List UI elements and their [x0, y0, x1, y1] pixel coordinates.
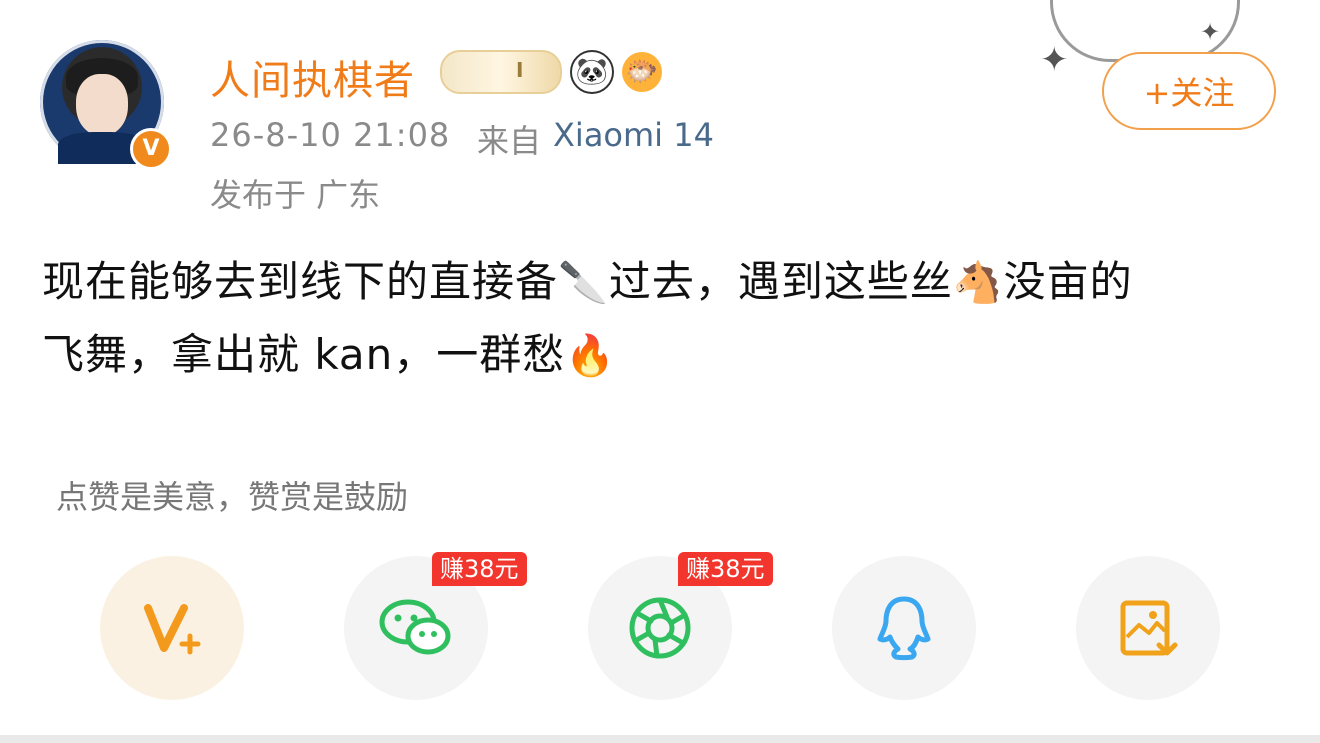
qq-icon — [877, 596, 931, 661]
wechat-icon — [379, 599, 451, 655]
save-image-icon — [1120, 600, 1178, 656]
knife-emoji-icon: 🔪 — [558, 260, 609, 306]
vip-plus-icon — [144, 604, 201, 655]
post-text: 现在能够去到线下的直接备🔪过去，遇到这些丝🐴没亩的 飞舞，拿出就 kan，一群愁… — [42, 246, 1282, 392]
follow-button[interactable]: +关注 — [1102, 52, 1276, 130]
post-text-segment: 没亩的 — [1003, 257, 1133, 306]
sparkle-icon: ✦ — [1040, 40, 1069, 80]
level-wing-badge-icon[interactable]: I — [440, 50, 562, 94]
verified-badge-icon: V — [130, 128, 172, 170]
qq-share-button[interactable] — [832, 556, 976, 700]
fish-badge-icon[interactable]: 🐡 — [622, 52, 662, 92]
post-device-link[interactable]: Xiaomi 14 — [553, 116, 714, 154]
save-image-button[interactable] — [1076, 556, 1220, 700]
user-badges: I 🐼 🐡 — [440, 50, 662, 94]
share-row: 赚38元 赚38元 — [100, 552, 1240, 706]
vip-plus-button[interactable] — [100, 556, 244, 700]
moments-reward-badge: 赚38元 — [678, 552, 773, 586]
post-text-segment: 飞舞，拿出就 kan，一群愁 — [42, 330, 566, 379]
post-source-label: 来自 — [477, 122, 542, 160]
username[interactable]: 人间执棋者 — [210, 48, 415, 106]
bottom-divider — [0, 735, 1320, 743]
fire-emoji-icon: 🔥 — [565, 333, 617, 379]
horse-emoji-icon: 🐴 — [952, 260, 1004, 306]
avatar-face — [76, 74, 128, 136]
post-location: 发布于 广东 — [210, 176, 381, 214]
post-text-segment: 现在能够去到线下的直接备 — [42, 257, 559, 306]
sparkle-icon: ✦ — [1200, 18, 1221, 46]
post-time: 26-8-10 21:08 — [210, 116, 451, 154]
reward-hint: 点赞是美意，赞赏是鼓励 — [56, 478, 409, 516]
level-badge-label: I — [516, 58, 524, 82]
wechat-reward-badge: 赚38元 — [432, 552, 527, 586]
post-text-segment: 过去，遇到这些丝 — [608, 257, 953, 306]
panda-badge-icon[interactable]: 🐼 — [570, 50, 614, 94]
moments-icon — [629, 597, 691, 659]
